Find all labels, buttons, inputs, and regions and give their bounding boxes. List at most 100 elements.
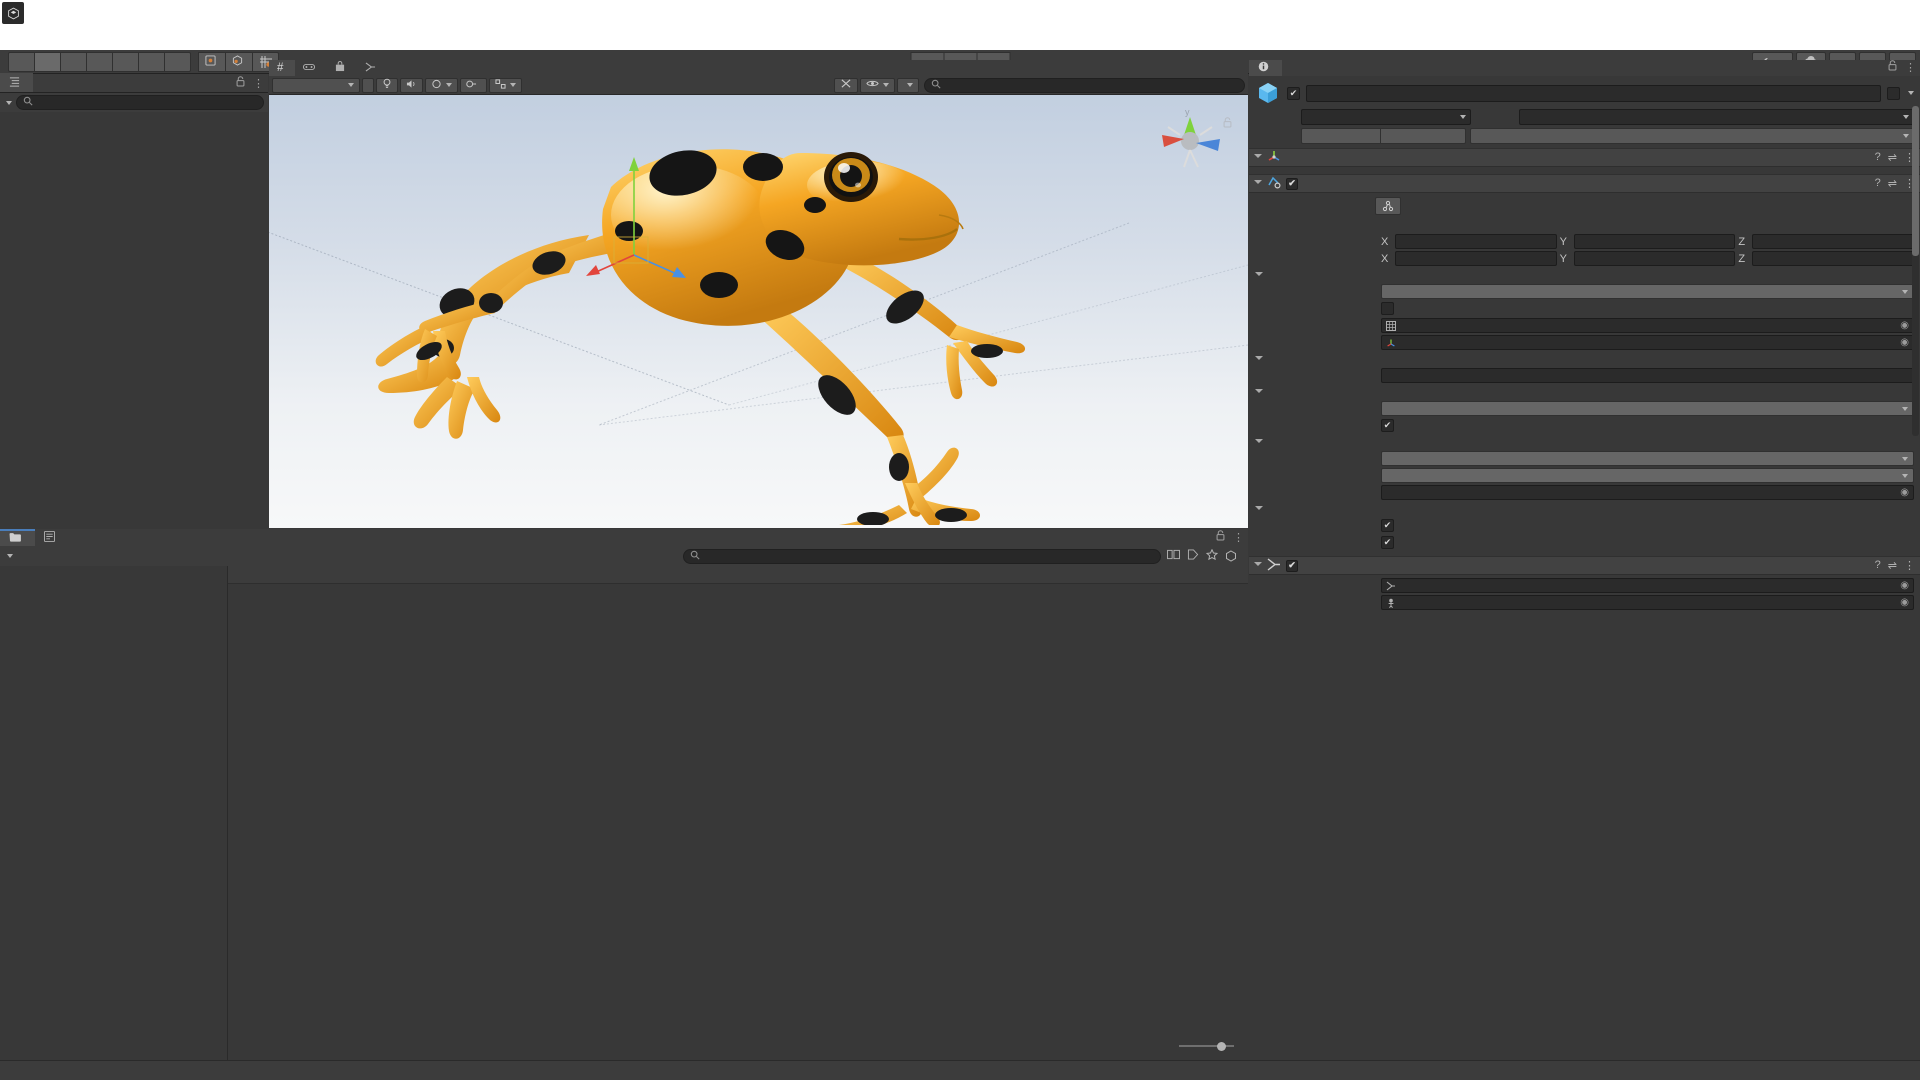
bounds-center-z-input[interactable]	[1752, 234, 1915, 249]
minimize-button[interactable]	[1782, 0, 1828, 26]
scale-tool-button[interactable]	[86, 51, 113, 72]
tab-inspector[interactable]	[1249, 60, 1282, 76]
filter-type-icon[interactable]	[1167, 549, 1180, 563]
fx-dropdown-button[interactable]	[425, 77, 458, 93]
collapse-arrow-icon[interactable]	[1255, 505, 1263, 513]
effects-count-button[interactable]	[460, 77, 487, 93]
menu-file[interactable]	[6, 36, 26, 40]
collapse-arrow-icon[interactable]	[1254, 154, 1262, 161]
inspector-menu-icon[interactable]: ⋮	[1905, 61, 1916, 74]
create-gameobject-button[interactable]	[4, 100, 12, 105]
scene-search-input[interactable]	[923, 77, 1245, 93]
anchor-override-object-field[interactable]: ◉	[1381, 485, 1914, 500]
collapse-arrow-icon[interactable]	[1254, 180, 1262, 187]
materials-section-header[interactable]	[1255, 351, 1914, 367]
pivot-mode-button[interactable]	[198, 51, 226, 72]
close-button[interactable]	[1874, 0, 1920, 26]
bounds-center-x-input[interactable]	[1395, 234, 1557, 249]
object-picker-icon[interactable]: ◉	[1900, 337, 1909, 348]
layer-dropdown[interactable]	[1519, 109, 1914, 125]
materials-size-input[interactable]	[1381, 368, 1914, 383]
menu-asset-store-tools[interactable]	[106, 36, 126, 40]
menu-edit[interactable]	[26, 36, 46, 40]
collapse-arrow-icon[interactable]	[1255, 355, 1263, 363]
lighting-toggle-button[interactable]	[376, 77, 398, 93]
gizmos-visibility-button[interactable]	[859, 77, 895, 93]
help-icon[interactable]: ?	[1875, 177, 1881, 190]
blendshapes-section-header[interactable]	[1255, 267, 1914, 283]
additional-settings-section-header[interactable]	[1255, 501, 1914, 517]
skinned-motion-vectors-checkbox[interactable]	[1381, 519, 1394, 532]
preset-icon[interactable]: ⇌	[1888, 177, 1897, 190]
scene-camera-settings-button[interactable]	[833, 77, 858, 93]
collapse-arrow-icon[interactable]	[1255, 438, 1263, 446]
static-checkbox[interactable]	[1887, 86, 1900, 100]
controller-object-field[interactable]: ◉	[1381, 578, 1914, 593]
menu-gameobject[interactable]	[66, 36, 86, 40]
menu-help[interactable]	[146, 36, 166, 40]
animator-component-header[interactable]: ? ⇌ ⋮	[1249, 556, 1920, 575]
collapse-arrow-icon[interactable]	[1254, 562, 1262, 569]
transform-component-header[interactable]: ? ⇌ ⋮	[1249, 148, 1920, 167]
project-search-input[interactable]	[683, 548, 1161, 564]
update-offscreen-checkbox[interactable]	[1381, 302, 1394, 315]
bounds-center-y-input[interactable]	[1573, 234, 1736, 249]
audio-toggle-button[interactable]	[400, 77, 423, 93]
collapse-arrow-icon[interactable]	[1255, 271, 1263, 279]
inspector-scroll-thumb[interactable]	[1912, 106, 1919, 256]
reflection-probes-dropdown[interactable]	[1381, 468, 1914, 483]
cast-shadows-dropdown[interactable]	[1381, 401, 1914, 416]
gameobject-name-input[interactable]	[1306, 84, 1881, 102]
scene-visibility-button[interactable]	[489, 77, 522, 93]
preset-icon[interactable]: ⇌	[1888, 559, 1897, 572]
lock-icon[interactable]	[236, 76, 245, 90]
preset-icon[interactable]: ⇌	[1888, 151, 1897, 164]
quality-dropdown[interactable]	[1381, 284, 1914, 299]
skinned-mesh-renderer-header[interactable]: ? ⇌ ⋮	[1249, 174, 1920, 193]
probes-section-header[interactable]	[1255, 434, 1914, 450]
pivot-rotation-button[interactable]	[225, 51, 253, 72]
gizmos-dropdown[interactable]	[896, 77, 919, 93]
edit-bounds-button[interactable]	[1375, 196, 1401, 215]
bounds-extent-x-input[interactable]	[1395, 251, 1557, 266]
skinned-mesh-enabled-checkbox[interactable]	[1286, 177, 1298, 190]
gameobject-enabled-checkbox[interactable]	[1287, 86, 1300, 100]
move-gizmo[interactable]	[574, 145, 714, 285]
maximize-button[interactable]	[1828, 0, 1874, 26]
bounds-extent-z-input[interactable]	[1752, 251, 1915, 266]
prefab-open-button[interactable]	[1301, 128, 1381, 144]
scene-view-axis-gizmo[interactable]: y	[1154, 105, 1226, 177]
scene-viewport[interactable]: y	[269, 95, 1248, 528]
transform-tool-button[interactable]	[138, 51, 165, 72]
draw-mode-dropdown[interactable]	[272, 77, 360, 93]
prefab-overrides-dropdown[interactable]	[1470, 128, 1914, 144]
lock-icon[interactable]	[1216, 530, 1225, 544]
light-probes-dropdown[interactable]	[1381, 451, 1914, 466]
bounds-extent-y-input[interactable]	[1573, 251, 1736, 266]
2d-toggle-button[interactable]	[362, 77, 374, 93]
avatar-object-field[interactable]: ◉	[1381, 595, 1914, 610]
inspector-scrollbar[interactable]	[1912, 106, 1919, 436]
help-icon[interactable]: ?	[1875, 559, 1881, 572]
filter-label-icon[interactable]	[1187, 549, 1199, 563]
tab-animator[interactable]	[357, 60, 388, 76]
tag-dropdown[interactable]	[1301, 109, 1471, 125]
hierarchy-search-input[interactable]	[16, 95, 264, 110]
tab-game[interactable]	[295, 60, 327, 76]
animator-enabled-checkbox[interactable]	[1286, 559, 1298, 572]
help-icon[interactable]: ?	[1875, 151, 1881, 164]
static-toggle[interactable]	[1887, 86, 1914, 100]
receive-shadows-checkbox[interactable]	[1381, 419, 1394, 432]
project-menu-icon[interactable]: ⋮	[1233, 531, 1244, 544]
scene-lock-icon[interactable]	[1223, 117, 1232, 131]
hand-tool-button[interactable]	[8, 51, 35, 72]
object-picker-icon[interactable]: ◉	[1900, 487, 1909, 498]
menu-window[interactable]	[126, 36, 146, 40]
object-picker-icon[interactable]: ◉	[1900, 320, 1909, 331]
tab-hierarchy[interactable]	[0, 73, 33, 92]
tab-project[interactable]	[0, 529, 35, 546]
prefab-select-button[interactable]	[1380, 128, 1466, 144]
object-picker-icon[interactable]: ◉	[1900, 597, 1909, 608]
move-tool-button[interactable]	[34, 51, 61, 72]
favorite-star-icon[interactable]	[1205, 548, 1219, 564]
